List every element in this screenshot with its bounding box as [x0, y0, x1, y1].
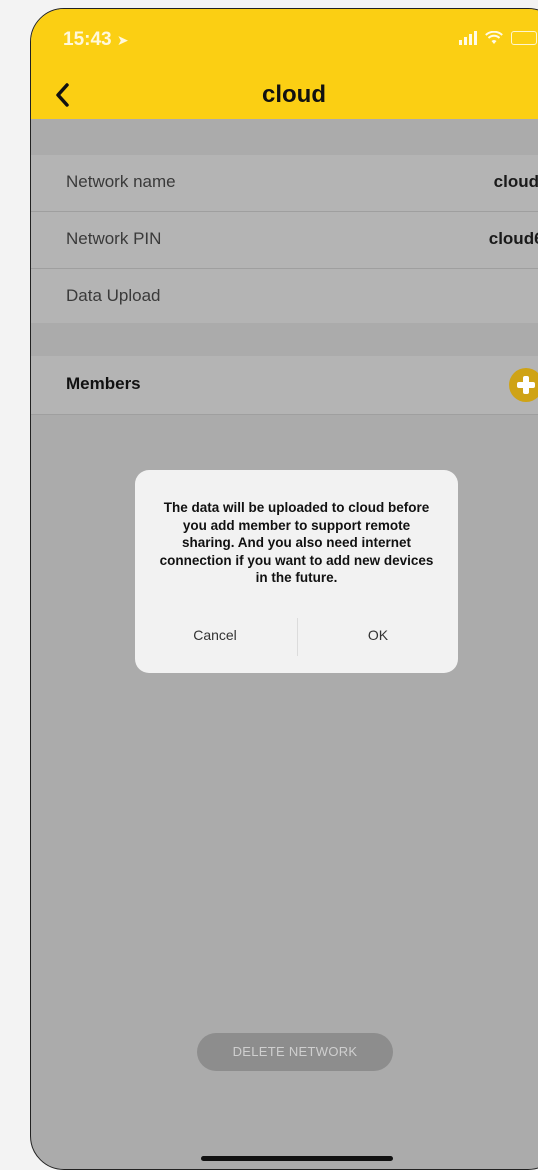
row-value: cloud69: [488, 229, 538, 248]
wifi-icon: [485, 31, 503, 44]
members-section: Members: [31, 356, 538, 415]
status-icons: [459, 31, 537, 45]
phone-screen: 15:43 ➤ cloud Network name cloud Network…: [30, 8, 538, 1170]
home-indicator[interactable]: [201, 1156, 393, 1161]
location-arrow-icon: ➤: [116, 32, 129, 48]
members-label: Members: [66, 374, 141, 393]
cellular-signal-icon: [459, 31, 477, 45]
status-time: 15:43 ➤: [63, 29, 129, 51]
row-data-upload[interactable]: Data Upload: [31, 269, 538, 325]
page-title-text: cloud: [262, 81, 326, 108]
add-member-button[interactable]: [509, 368, 538, 402]
page-title: cloud: [31, 81, 538, 109]
nav-header: 15:43 ➤ cloud: [31, 9, 538, 119]
status-time-text: 15:43: [63, 29, 112, 50]
network-settings-section: Network name cloud Network PIN cloud69 D…: [31, 155, 538, 323]
ok-button[interactable]: OK: [298, 627, 458, 643]
delete-network-button[interactable]: DELETE NETWORK: [197, 1033, 393, 1071]
row-value: cloud: [493, 172, 538, 191]
dialog-message: The data will be uploaded to cloud befor…: [159, 500, 434, 585]
row-label: Network name: [66, 172, 176, 191]
upload-alert-dialog: The data will be uploaded to cloud befor…: [135, 470, 458, 673]
cancel-button[interactable]: Cancel: [135, 627, 295, 643]
battery-icon: [511, 31, 537, 45]
row-network-pin: Network PIN cloud69: [31, 212, 538, 269]
row-label: Data Upload: [66, 286, 161, 305]
row-label: Network PIN: [66, 229, 162, 248]
row-network-name[interactable]: Network name cloud: [31, 155, 538, 212]
